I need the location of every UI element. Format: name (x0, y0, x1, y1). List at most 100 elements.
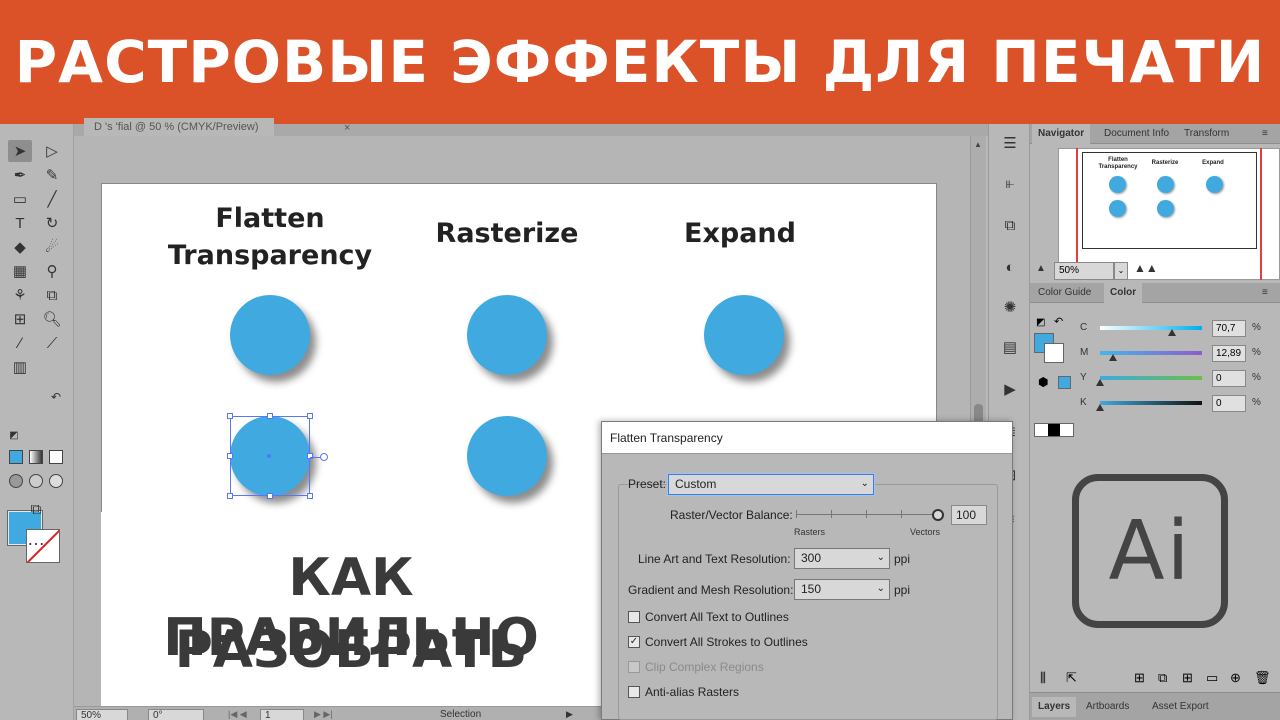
knife-tool-icon[interactable]: ⟋ (40, 332, 64, 354)
selection-tool-icon[interactable]: ➤ (8, 140, 32, 162)
color-spectrum-strip[interactable] (1034, 423, 1074, 437)
shape-builder-tool-icon[interactable]: ⧉ (40, 284, 64, 306)
convert-text-outlines-checkbox[interactable] (628, 611, 640, 623)
line-art-resolution-field[interactable]: 300 ⌄ (794, 548, 890, 569)
align-panel-icon[interactable]: ⫦ (998, 172, 1022, 194)
magenta-value-field[interactable]: 12,89 (1212, 345, 1246, 362)
resize-handle-bottom-left[interactable] (227, 493, 233, 499)
gradient-mesh-resolution-field[interactable]: 150 ⌄ (794, 579, 890, 600)
eyedropper-tool-icon[interactable]: ⚲ (40, 260, 64, 282)
default-fill-stroke-icon[interactable]: ◩ (1036, 317, 1045, 328)
circle-rasterize-bottom[interactable] (467, 416, 547, 496)
anti-alias-rasters-checkbox[interactable] (628, 686, 640, 698)
draw-inside-icon[interactable] (49, 474, 63, 488)
library-icon[interactable]: ⫼ (1040, 670, 1046, 686)
zoom-in-icon[interactable]: ▲▲ (1134, 261, 1158, 275)
pathfinder-panel-icon[interactable]: ⧉ (998, 214, 1022, 236)
add-icon[interactable]: ⊕ (1230, 670, 1241, 686)
resize-handle-left[interactable] (227, 453, 233, 459)
tab-color[interactable]: Color (1104, 283, 1143, 303)
tab-layers[interactable]: Layers (1032, 697, 1077, 717)
artboard-tool-icon[interactable]: ⊞ (8, 308, 32, 330)
default-colors-icon[interactable]: ◩ (2, 424, 26, 446)
line-tool-icon[interactable]: ∕ (8, 332, 32, 354)
transparency-panel-icon[interactable]: ◐ (998, 256, 1022, 278)
yellow-slider[interactable] (1100, 376, 1202, 380)
direct-selection-tool-icon[interactable]: ▷ (40, 140, 64, 162)
color-mode-icon[interactable] (9, 450, 23, 464)
circle-rasterize-top[interactable] (467, 295, 547, 375)
screen-mode-icon[interactable]: ⧉ (24, 498, 48, 520)
eraser-tool-icon[interactable]: ◆ (8, 236, 32, 258)
magenta-slider-thumb[interactable] (1109, 354, 1118, 361)
resize-handle-bottom-right[interactable] (307, 493, 313, 499)
zoom-out-icon[interactable]: ▲ (1036, 263, 1046, 274)
raster-vector-slider-track[interactable] (796, 510, 936, 518)
none-swatch[interactable] (1035, 424, 1048, 436)
raster-vector-slider-knob[interactable] (932, 509, 944, 521)
raster-vector-balance-field[interactable]: 100 (951, 505, 987, 525)
first-artboard-icon[interactable]: |◀ ◀ (228, 709, 247, 720)
black-value-field[interactable]: 0 (1212, 395, 1246, 412)
tab-color-guide[interactable]: Color Guide (1032, 283, 1097, 303)
cyan-value-field[interactable]: 70,7 (1212, 320, 1246, 337)
paintbrush-tool-icon[interactable]: ╱ (40, 188, 64, 210)
blend-tool-icon[interactable]: ⚘ (8, 284, 32, 306)
puppet-warp-tool-icon[interactable]: ☄ (40, 236, 64, 258)
rotate-tool-icon[interactable]: ↻ (40, 212, 64, 234)
close-tab-icon[interactable]: × (344, 122, 350, 134)
navigator-zoom-field[interactable]: 50% (1054, 262, 1114, 280)
panel-menu-icon[interactable]: ≡ (1256, 283, 1274, 303)
tab-transform[interactable]: Transform (1178, 124, 1235, 144)
convert-strokes-outlines-checkbox[interactable]: ✓ (628, 636, 640, 648)
circle-flatten-top[interactable] (230, 295, 310, 375)
swap-colors-icon[interactable]: ↶ (44, 386, 68, 408)
web-safe-color-swatch[interactable] (1058, 376, 1071, 389)
resize-handle-bottom[interactable] (267, 493, 273, 499)
status-zoom-field[interactable]: 50% (76, 709, 128, 720)
white-swatch[interactable] (1060, 424, 1074, 436)
cyan-slider[interactable] (1100, 326, 1202, 330)
actions-panel-icon[interactable]: ▶ (998, 378, 1022, 400)
dialog-titlebar[interactable]: Flatten Transparency (602, 422, 1012, 454)
circle-expand-top[interactable] (704, 295, 784, 375)
new-layer-icon[interactable]: ⊞ (1182, 670, 1193, 686)
status-tool-name[interactable]: Selection (440, 709, 481, 720)
scroll-up-icon[interactable]: ▲ (974, 140, 982, 149)
make-clipping-mask-icon[interactable]: ⊞ (1134, 670, 1145, 686)
resize-handle-top-left[interactable] (227, 413, 233, 419)
resize-handle-top-right[interactable] (307, 413, 313, 419)
gradient-panel-icon[interactable]: ▤ (998, 336, 1022, 358)
next-artboard-icon[interactable]: ▶ ▶| (314, 709, 333, 720)
black-slider[interactable] (1100, 401, 1202, 405)
panel-menu-icon[interactable]: ≡ (1256, 124, 1274, 144)
delete-layer-icon[interactable]: 🗑︎ (1254, 670, 1271, 686)
dock-menu-icon[interactable]: ☰ (998, 132, 1022, 154)
draw-behind-icon[interactable] (29, 474, 43, 488)
new-sublayer-icon[interactable]: ⧉ (1158, 670, 1167, 686)
pen-tool-icon[interactable]: ✒ (8, 164, 32, 186)
gradient-mode-icon[interactable] (29, 450, 43, 464)
tab-navigator[interactable]: Navigator (1032, 124, 1091, 144)
document-tab[interactable]: D 's 'fial @ 50 % (CMYK/Preview) (84, 118, 274, 136)
export-icon[interactable]: ⇱ (1066, 670, 1077, 686)
status-menu-icon[interactable]: ▶ (566, 709, 573, 720)
zoom-tool-icon[interactable]: 🔍︎ (40, 308, 64, 330)
black-swatch[interactable] (1047, 424, 1061, 436)
tab-artboards[interactable]: Artboards (1080, 697, 1135, 717)
none-mode-icon[interactable] (49, 450, 63, 464)
symbols-panel-icon[interactable]: ✺ (998, 296, 1022, 318)
curvature-tool-icon[interactable]: ✎ (40, 164, 64, 186)
tab-asset-export[interactable]: Asset Export (1146, 697, 1215, 717)
tab-document-info[interactable]: Document Info (1098, 124, 1175, 144)
gradient-tool-icon[interactable]: ▦ (8, 260, 32, 282)
folder-icon[interactable]: ▭ (1206, 670, 1218, 686)
yellow-value-field[interactable]: 0 (1212, 370, 1246, 387)
color-panel-stroke-swatch[interactable] (1044, 343, 1064, 363)
live-corner-widget[interactable] (320, 453, 328, 461)
status-rotation-field[interactable]: 0° (148, 709, 204, 720)
type-tool-icon[interactable]: T (8, 212, 32, 234)
resize-handle-right[interactable] (307, 453, 313, 459)
resize-handle-top[interactable] (267, 413, 273, 419)
swap-fill-stroke-icon[interactable]: ↶ (1054, 315, 1063, 328)
